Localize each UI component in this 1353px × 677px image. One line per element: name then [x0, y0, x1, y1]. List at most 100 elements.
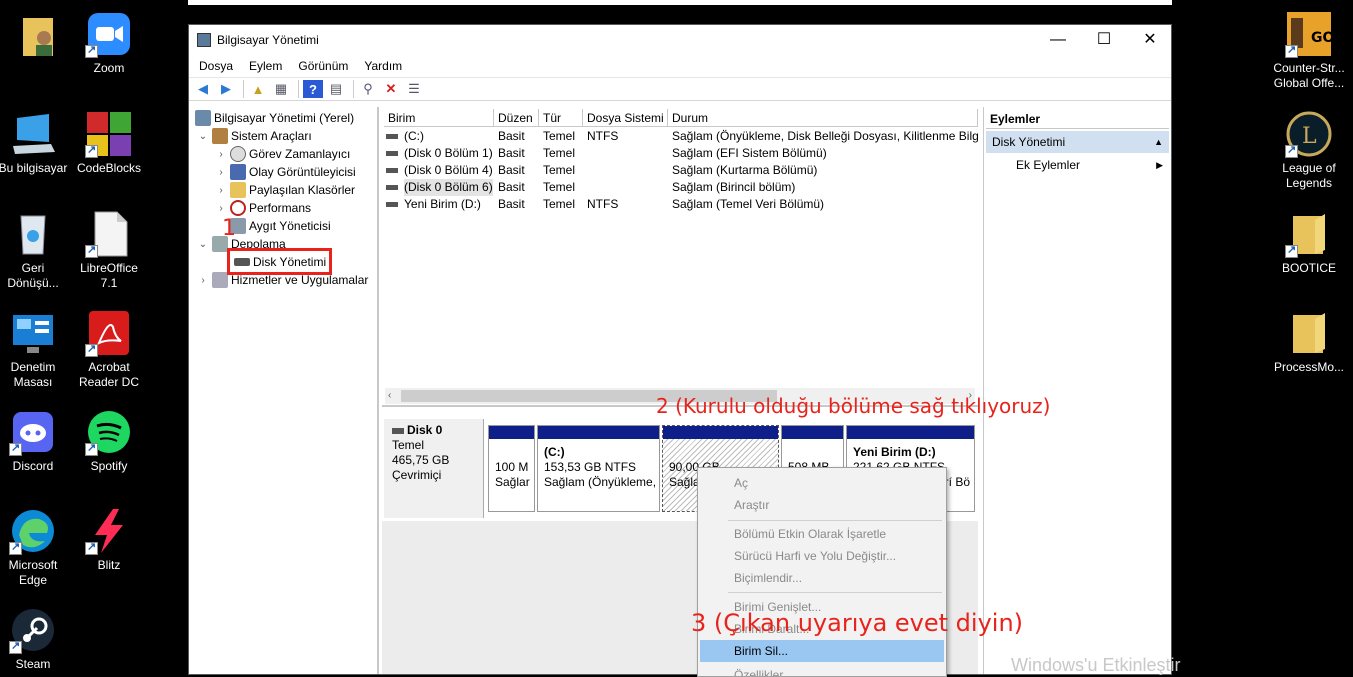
cell-duzen: Basit: [498, 197, 525, 211]
column-header-birim[interactable]: Birim: [384, 109, 494, 127]
show-action-pane-icon[interactable]: ▤: [326, 80, 346, 98]
chevron-right-icon[interactable]: ›: [215, 167, 227, 178]
desktop-icon-label: ProcessMo...: [1273, 360, 1345, 374]
column-header-durum[interactable]: Durum: [668, 109, 978, 127]
tree-task-scheduler[interactable]: › Görev Zamanlayıcı: [215, 145, 350, 163]
column-header-dosya-sistemi[interactable]: Dosya Sistemi: [583, 109, 668, 127]
properties-icon[interactable]: ☰: [404, 80, 424, 98]
tree-performance[interactable]: › Performans: [215, 199, 311, 217]
desktop-icon-label: Spotify: [90, 459, 128, 473]
shortcut-arrow-icon: [85, 243, 98, 258]
shortcut-arrow-icon: [9, 441, 22, 456]
menu-eylem[interactable]: Eylem: [241, 59, 290, 73]
shortcut-arrow-icon: [1285, 43, 1298, 58]
menu-yardim[interactable]: Yardım: [356, 59, 410, 73]
action-label: Ek Eylemler: [1016, 158, 1081, 172]
desktop-icon-recycle-bin[interactable]: Geri Dönüşü...: [0, 210, 70, 291]
desktop-icon-discord[interactable]: Discord: [0, 408, 70, 474]
menu-item-properties[interactable]: Özellikler: [700, 664, 944, 676]
scroll-left-icon[interactable]: ‹: [388, 388, 391, 404]
menu-item-mark-active[interactable]: Bölümü Etkin Olarak İşaretle: [700, 523, 944, 545]
chevron-right-icon[interactable]: ›: [197, 275, 209, 286]
action-more-actions[interactable]: Ek Eylemler ▶: [986, 153, 1169, 177]
partition-c[interactable]: (C:) 153,53 GB NTFS Sağlam (Önyükleme,: [537, 425, 660, 512]
chevron-down-icon[interactable]: ⌄: [197, 239, 209, 250]
table-row[interactable]: (Disk 0 Bölüm 6) Basit Temel Sağlam (Bir…: [382, 179, 978, 196]
blitz-icon: [85, 507, 133, 555]
recycle-bin-icon: [9, 210, 57, 258]
chevron-right-icon[interactable]: ›: [215, 203, 227, 214]
desktop-icon-label: Steam: [15, 657, 51, 671]
desktop-icon-control-panel[interactable]: Denetim Masası: [0, 309, 70, 390]
cell-tur: Temel: [543, 146, 576, 160]
back-icon[interactable]: ◀: [193, 80, 213, 98]
tree-event-viewer[interactable]: › Olay Görüntüleyicisi: [215, 163, 356, 181]
desktop-icon-label: Blitz: [97, 558, 121, 572]
disk-info-panel[interactable]: Disk 0 Temel 465,75 GB Çevrimiçi: [384, 419, 484, 518]
menu-item-open[interactable]: Aç: [700, 472, 944, 494]
desktop-icon-bootice[interactable]: BOOTICE: [1272, 210, 1346, 276]
actions-section-disk-management[interactable]: Disk Yönetimi ▲: [986, 131, 1169, 153]
collapse-up-icon[interactable]: ▲: [1154, 131, 1163, 153]
computer-management-icon: [197, 33, 211, 47]
desktop-icon-blitz[interactable]: Blitz: [72, 507, 146, 573]
cell-duzen: Basit: [498, 129, 525, 143]
partition-bar: [489, 426, 534, 439]
chevron-down-icon[interactable]: ⌄: [197, 131, 209, 142]
forward-icon[interactable]: ▶: [216, 80, 236, 98]
cell-birim: (Disk 0 Bölüm 4): [404, 163, 493, 177]
desktop-icon-codeblocks[interactable]: CodeBlocks: [72, 110, 146, 176]
disk-type: Temel: [392, 438, 425, 452]
desktop-icon-libreoffice[interactable]: LibreOffice 7.1: [72, 210, 146, 291]
table-row[interactable]: Yeni Birim (D:) Basit Temel NTFS Sağlam …: [382, 196, 978, 213]
desktop-icon-edge[interactable]: Microsoft Edge: [0, 507, 70, 588]
table-row[interactable]: (Disk 0 Bölüm 1) Basit Temel Sağlam (EFI…: [382, 145, 978, 162]
acrobat-icon: [85, 309, 133, 357]
desktop-icon-csgo[interactable]: GO Counter-Str... Global Offe...: [1272, 10, 1346, 91]
menu-item-delete-volume[interactable]: Birim Sil...: [700, 640, 944, 662]
desktop-icon-user-folder[interactable]: [0, 10, 74, 61]
tree-label: Hizmetler ve Uygulamalar: [231, 273, 369, 287]
tree-root[interactable]: Bilgisayar Yönetimi (Yerel): [195, 109, 354, 127]
menu-gorunum[interactable]: Görünüm: [290, 59, 356, 73]
desktop-icon-steam[interactable]: Steam: [0, 606, 70, 672]
codeblocks-icon: [85, 110, 133, 158]
column-header-tur[interactable]: Tür: [539, 109, 583, 127]
close-button[interactable]: ✕: [1127, 29, 1171, 51]
tree-system-tools[interactable]: ⌄ Sistem Araçları: [197, 127, 312, 145]
menu-item-change-drive-letter[interactable]: Sürücü Harfi ve Yolu Değiştir...: [700, 545, 944, 567]
menu-dosya[interactable]: Dosya: [191, 59, 241, 73]
column-header-duzen[interactable]: Düzen: [494, 109, 539, 127]
tree-shared-folders[interactable]: › Paylaşılan Klasörler: [215, 181, 355, 199]
desktop-icon-processmon[interactable]: ProcessMo...: [1272, 309, 1346, 375]
desktop-icon-label: CodeBlocks: [76, 161, 142, 175]
up-folder-icon[interactable]: ▲: [248, 80, 268, 98]
desktop-icon-this-pc[interactable]: Bu bilgisayar: [0, 110, 70, 176]
menu-item-format[interactable]: Biçimlendir...: [700, 567, 944, 589]
table-row[interactable]: (C:) Basit Temel NTFS Sağlam (Önyükleme,…: [382, 128, 978, 145]
connect-icon[interactable]: ⚲: [358, 80, 378, 98]
help-icon[interactable]: ?: [303, 80, 323, 98]
partition-label: (C:): [544, 445, 565, 459]
delete-icon[interactable]: ✕: [381, 80, 401, 98]
cell-fs: NTFS: [587, 197, 619, 211]
partition-bar: [847, 426, 974, 439]
desktop-icon-zoom[interactable]: Zoom: [72, 10, 146, 76]
tree-device-manager[interactable]: Aygıt Yöneticisi: [227, 217, 331, 235]
toolbar-separator: [243, 80, 244, 98]
show-tree-icon[interactable]: ▦: [271, 80, 291, 98]
desktop-icon-league[interactable]: L League of Legends: [1272, 110, 1346, 191]
annotation-step-1: 1: [222, 216, 236, 241]
desktop-icon-acrobat[interactable]: Acrobat Reader DC: [72, 309, 146, 390]
volume-list: Birim Düzen Tür Dosya Sistemi Durum (C:)…: [382, 107, 978, 407]
chevron-right-icon[interactable]: ›: [215, 185, 227, 196]
minimize-button[interactable]: —: [1035, 29, 1081, 51]
tools-icon: [212, 128, 228, 144]
menu-item-explore[interactable]: Araştır: [700, 494, 944, 516]
maximize-button[interactable]: ☐: [1081, 29, 1127, 51]
desktop-icon-spotify[interactable]: Spotify: [72, 408, 146, 474]
partition-efi[interactable]: 100 M Sağlar: [488, 425, 535, 512]
partition-bar: [538, 426, 659, 439]
table-row[interactable]: (Disk 0 Bölüm 4) Basit Temel Sağlam (Kur…: [382, 162, 978, 179]
chevron-right-icon[interactable]: ›: [215, 149, 227, 160]
